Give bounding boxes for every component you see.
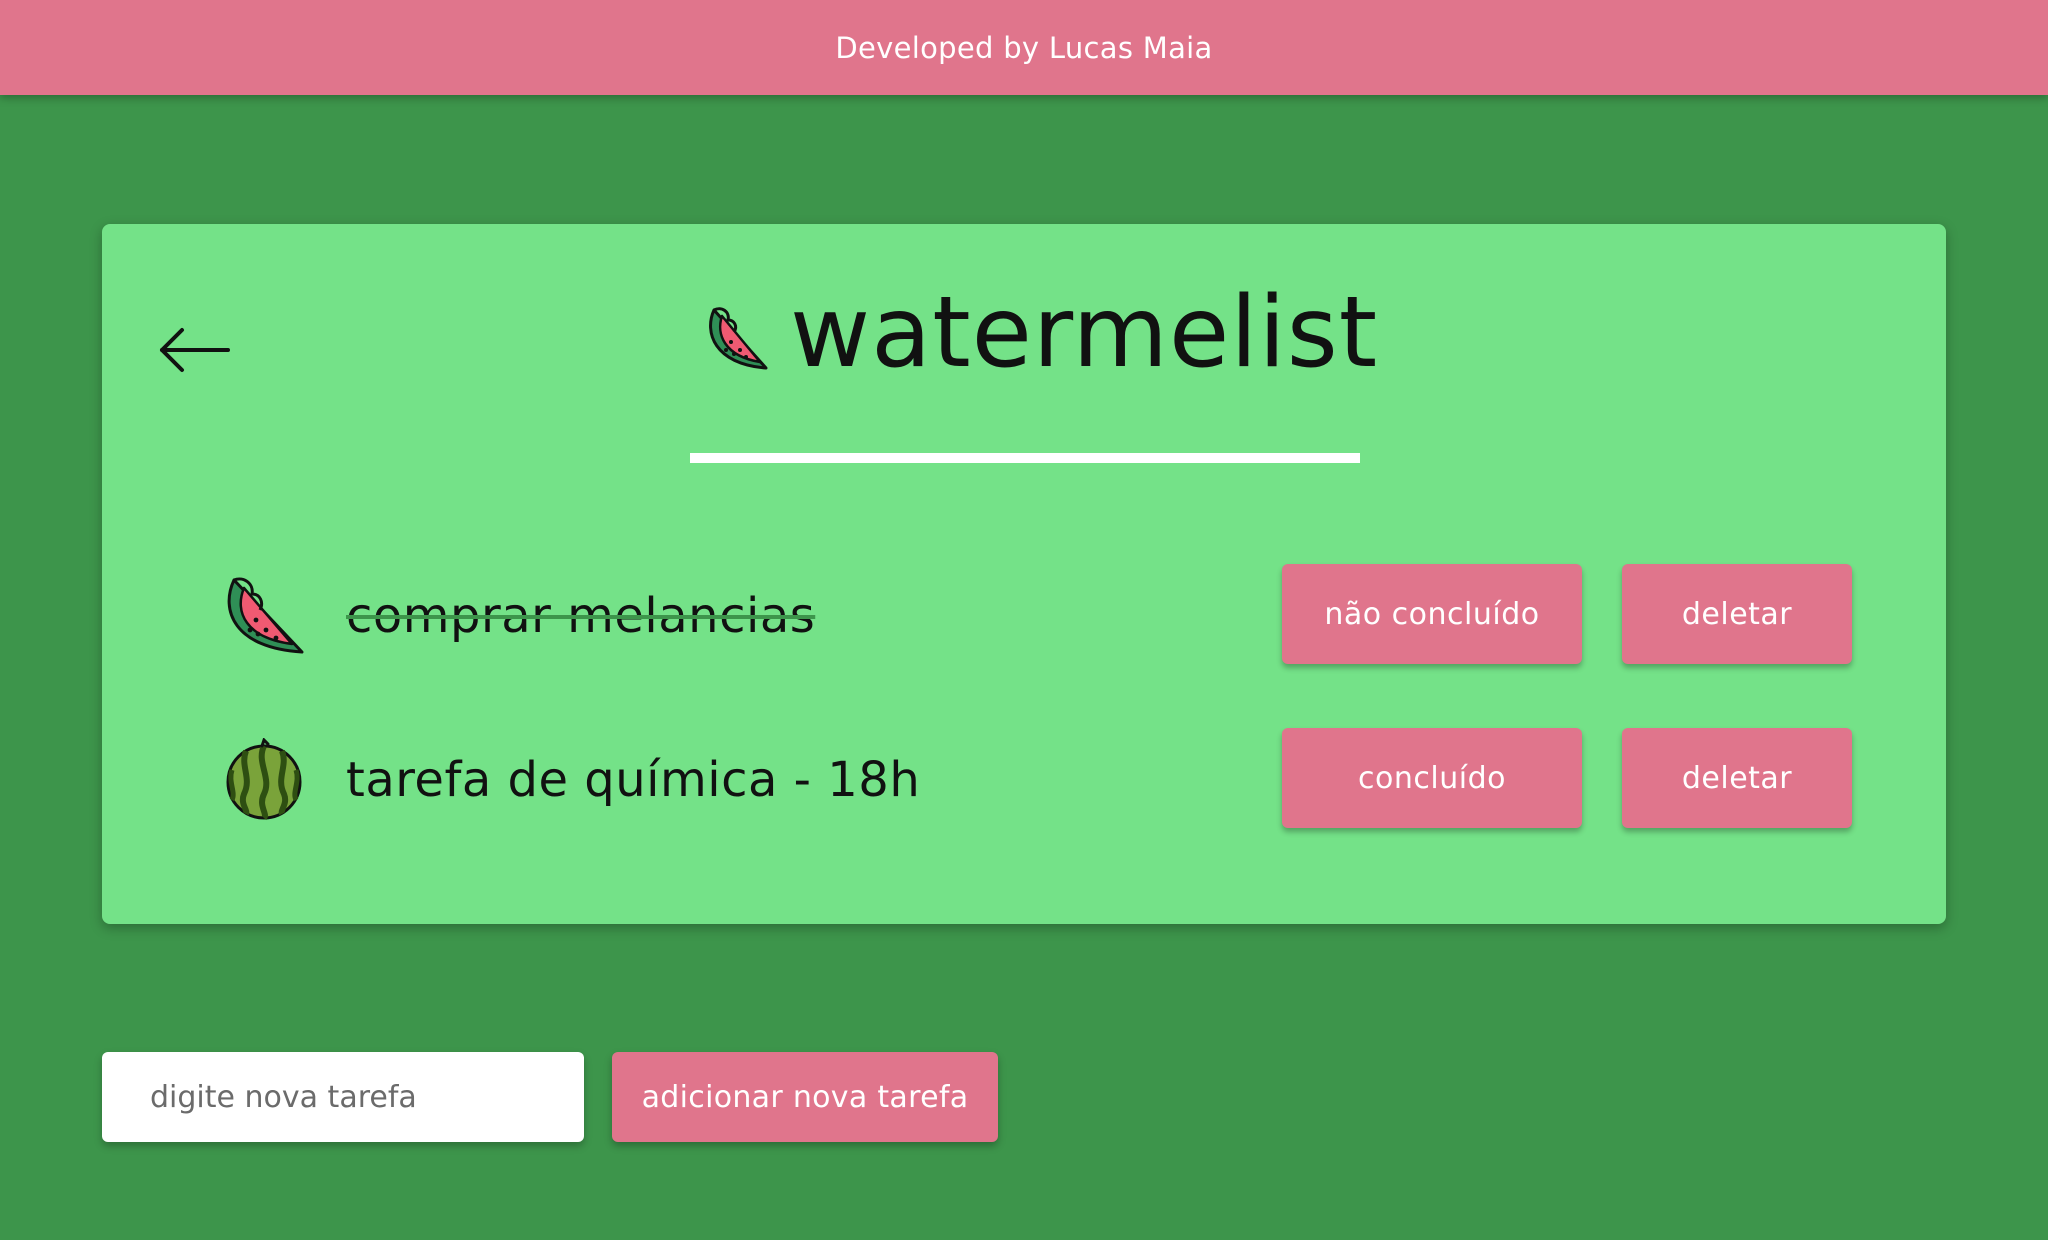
whole-watermelon-icon: [222, 737, 306, 822]
top-bar: Developed by Lucas Maia: [0, 0, 2048, 95]
task-item: tarefa de química - 18h concluído deleta…: [102, 728, 1946, 828]
task-text: tarefa de química - 18h: [346, 752, 921, 808]
task-item: comprar melancias não concluído deletar: [102, 564, 1946, 664]
todo-card: watermelist comprar melancias não conclu…: [102, 224, 1946, 924]
developer-credit: Developed by Lucas Maia: [835, 30, 1213, 65]
watermelon-slice-icon: [704, 302, 776, 374]
new-task-input[interactable]: [102, 1052, 584, 1142]
add-task-button[interactable]: adicionar nova tarefa: [612, 1052, 998, 1142]
mark-not-done-button[interactable]: não concluído: [1282, 564, 1582, 664]
mark-done-button[interactable]: concluído: [1282, 728, 1582, 828]
delete-button[interactable]: deletar: [1622, 564, 1852, 664]
watermelon-slice-icon: [222, 574, 306, 658]
delete-button[interactable]: deletar: [1622, 728, 1852, 828]
app-title-block: watermelist: [690, 279, 1377, 463]
app-title: watermelist: [790, 276, 1379, 390]
back-arrow-icon[interactable]: [154, 320, 234, 380]
task-text: comprar melancias: [346, 588, 816, 644]
title-underline: [690, 453, 1360, 463]
